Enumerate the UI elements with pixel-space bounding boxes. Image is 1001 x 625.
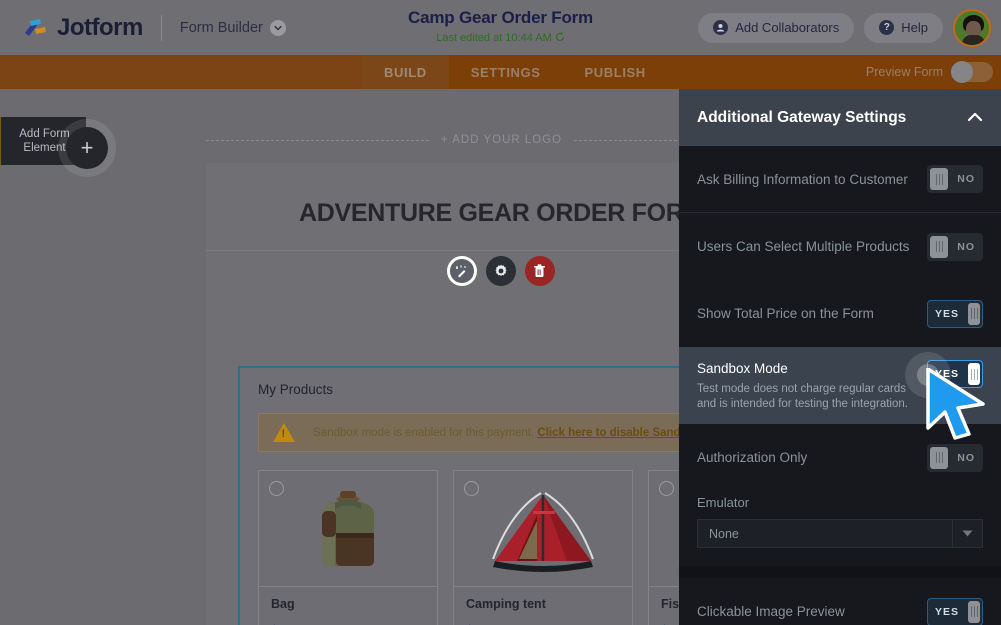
jotform-form-builder-screen: Jotform Form Builder Camp Gear Order For… <box>0 0 1001 625</box>
last-edited-label: Last edited at 10:44 AM <box>436 32 552 44</box>
emulator-field: Emulator None <box>679 491 1001 566</box>
toggle-knob <box>951 61 973 83</box>
brand-logo[interactable]: Jotform <box>0 14 143 42</box>
product-card[interactable]: Bag $65.00 <box>258 470 438 625</box>
users-select-multiple-products-toggle[interactable]: NO <box>927 232 983 261</box>
product-radio[interactable] <box>269 481 284 496</box>
tab-publish[interactable]: PUBLISH <box>563 55 668 89</box>
setting-row-ask-billing-information[interactable]: Ask Billing Information to Customer NO <box>679 146 1001 213</box>
product-radio[interactable] <box>659 481 674 496</box>
add-collaborators-button[interactable]: Add Collaborators <box>698 12 855 43</box>
setting-row-clickable-image-preview[interactable]: Clickable Image Preview YES <box>679 578 1001 625</box>
tab-settings-label: SETTINGS <box>470 64 541 80</box>
help-button[interactable]: ? Help <box>864 12 943 43</box>
avatar[interactable] <box>953 8 991 47</box>
gear-icon[interactable] <box>485 256 516 286</box>
chevron-down-icon[interactable] <box>952 520 982 547</box>
preview-form-label: Preview Form <box>865 65 943 79</box>
sandbox-banner-text: Sandbox mode is enabled for this payment… <box>313 427 735 439</box>
dash-left <box>206 139 429 141</box>
toggle-value: NO <box>957 173 975 185</box>
sandbox-banner-message: Sandbox mode is enabled for this payment… <box>313 426 535 439</box>
brand-name: Jotform <box>57 13 143 41</box>
tab-build[interactable]: BUILD <box>362 55 449 89</box>
question-mark-icon: ? <box>879 20 895 35</box>
toggle-value: NO <box>957 240 975 253</box>
revert-icon[interactable] <box>555 31 565 45</box>
panel-section-gap <box>679 566 1001 578</box>
product-card[interactable]: Camping tent $60.00 <box>453 470 633 625</box>
help-label: Help <box>901 20 928 35</box>
toggle-handle <box>930 446 949 469</box>
toggle-handle <box>968 600 980 623</box>
setting-label: Authorization Only <box>697 450 808 465</box>
clickable-image-preview-toggle[interactable]: YES <box>927 597 983 625</box>
product-name: Camping tent <box>466 597 546 611</box>
magic-wand-icon[interactable] <box>446 256 477 286</box>
show-total-price-toggle[interactable]: YES <box>927 299 983 328</box>
setting-label: Sandbox Mode <box>697 361 788 376</box>
last-edited-status: Last edited at 10:44 AM <box>436 31 565 45</box>
setting-row-users-can-select-multiple-products[interactable]: Users Can Select Multiple Products NO <box>679 213 1001 280</box>
toggle-value: NO <box>957 451 975 464</box>
sandbox-mode-text-block: Sandbox Mode Test mode does not charge r… <box>697 360 909 412</box>
warning-triangle-icon <box>273 423 295 442</box>
add-logo-label: + ADD YOUR LOGO <box>440 134 563 146</box>
setting-row-show-total-price[interactable]: Show Total Price on the Form YES <box>679 280 1001 347</box>
emulator-label: Emulator <box>697 495 750 510</box>
preview-form-toggle[interactable] <box>951 61 993 83</box>
product-menu-label: Form Builder <box>179 19 263 36</box>
top-header-bar: Jotform Form Builder Camp Gear Order For… <box>0 0 1001 55</box>
tab-publish-label: PUBLISH <box>584 64 646 80</box>
setting-description: Test mode does not charge regular cards … <box>697 383 908 410</box>
toggle-value: YES <box>935 605 960 618</box>
product-info: Bag $65.00 <box>259 587 437 625</box>
emulator-value: None <box>709 526 739 541</box>
tab-build-label: BUILD <box>384 64 427 80</box>
setting-label: Show Total Price on the Form <box>697 306 874 321</box>
toggle-handle <box>968 302 980 325</box>
plus-icon[interactable]: + <box>66 127 108 169</box>
product-name: Bag <box>271 597 295 611</box>
person-icon <box>713 20 729 35</box>
tent-image <box>492 491 594 572</box>
toggle-handle <box>930 168 949 190</box>
setting-label: Clickable Image Preview <box>697 604 845 619</box>
product-info: Camping tent $60.00 <box>454 587 632 625</box>
preview-form-control[interactable]: Preview Form <box>866 55 993 89</box>
avatar-body <box>962 34 985 45</box>
panel-title: Additional Gateway Settings <box>697 108 907 126</box>
nav-tabs: BUILD SETTINGS PUBLISH <box>362 55 668 89</box>
header-actions: Add Collaborators ? Help <box>698 0 1001 55</box>
mouse-cursor-icon <box>926 368 985 440</box>
panel-header[interactable]: Additional Gateway Settings <box>679 89 1001 146</box>
toggle-value: YES <box>935 307 960 320</box>
tab-settings[interactable]: SETTINGS <box>449 55 563 89</box>
additional-gateway-settings-panel: Additional Gateway Settings Ask Billing … <box>679 89 1001 625</box>
backpack-image <box>322 490 374 566</box>
product-image-area <box>454 471 632 587</box>
add-form-element-group[interactable]: Add Form Element + <box>0 117 116 177</box>
chevron-down-icon <box>269 19 286 36</box>
authorization-only-toggle[interactable]: NO <box>927 443 983 472</box>
add-collaborators-label: Add Collaborators <box>735 20 840 35</box>
builder-nav-bar: BUILD SETTINGS PUBLISH Preview Form <box>0 55 1001 89</box>
ask-billing-information-toggle[interactable]: NO <box>927 165 983 193</box>
product-radio[interactable] <box>464 481 479 496</box>
nav-left-shade <box>0 55 362 89</box>
emulator-select[interactable]: None <box>697 519 983 548</box>
product-menu-button[interactable]: Form Builder <box>179 19 286 36</box>
trash-icon[interactable] <box>524 256 555 286</box>
setting-label: Ask Billing Information to Customer <box>697 171 908 187</box>
chevron-up-icon[interactable] <box>967 109 983 127</box>
jotform-logo-icon <box>22 16 48 40</box>
toggle-handle <box>930 235 949 258</box>
setting-label: Users Can Select Multiple Products <box>697 239 910 254</box>
product-image-area <box>259 471 437 587</box>
header-divider <box>160 14 162 41</box>
